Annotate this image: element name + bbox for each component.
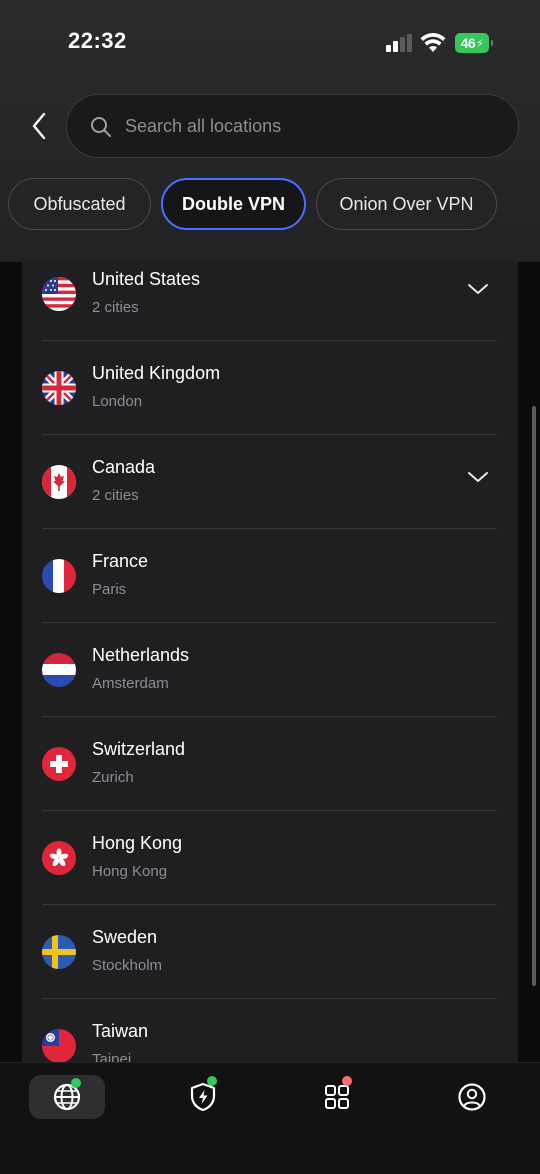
filter-chips: Obfuscated Double VPN Onion Over VPN — [8, 178, 540, 230]
signal-icon — [386, 34, 414, 52]
country-subtitle: Hong Kong — [92, 863, 168, 880]
country-list[interactable]: United States 2 cities United Kingdom Lo… — [22, 262, 518, 1062]
filter-chip-onion-over-vpn[interactable]: Onion Over VPN — [316, 178, 497, 230]
country-name: United Kingdom — [92, 363, 221, 383]
filter-chip-label: Obfuscated — [33, 193, 126, 214]
country-row-united-kingdom[interactable]: United Kingdom London — [22, 341, 518, 435]
search-input[interactable] — [125, 105, 485, 147]
filter-chip-label: Onion Over VPN — [339, 193, 474, 214]
netherlands-flag-icon — [42, 653, 76, 687]
country-name: Netherlands — [92, 645, 190, 665]
apps-grid-icon — [325, 1085, 349, 1109]
country-row-sweden[interactable]: Sweden Stockholm — [22, 905, 518, 999]
tab-locations[interactable] — [29, 1075, 105, 1119]
country-name: Canada — [92, 457, 156, 477]
chevron-left-icon — [32, 112, 46, 140]
uk-flag-icon — [42, 371, 76, 405]
header-area: 22:32 46⚡ Obfuscated — [0, 0, 540, 262]
status-time: 22:32 — [68, 28, 127, 53]
shield-bolt-icon — [190, 1082, 216, 1112]
country-row-canada[interactable]: Canada 2 cities — [22, 435, 518, 529]
filter-chip-double-vpn[interactable]: Double VPN — [161, 178, 306, 230]
backdrop-left — [0, 262, 22, 1062]
country-row-switzerland[interactable]: Switzerland Zurich — [22, 717, 518, 811]
country-subtitle: 2 cities — [92, 299, 139, 316]
back-button[interactable] — [22, 106, 56, 146]
country-subtitle: Paris — [92, 581, 127, 598]
taiwan-flag-icon — [42, 1029, 76, 1062]
search-icon — [91, 117, 111, 137]
country-subtitle: Stockholm — [92, 957, 163, 974]
profile-icon — [458, 1083, 486, 1111]
status-bar: 22:32 46 ⚡ — [0, 0, 540, 88]
wifi-icon — [420, 32, 446, 52]
chevron-down-icon[interactable] — [464, 467, 492, 487]
scrollbar[interactable] — [532, 406, 536, 986]
tab-profile[interactable] — [434, 1075, 510, 1119]
charging-bolt-icon: ⚡ — [476, 37, 484, 50]
tab-bar — [0, 1062, 540, 1174]
battery-indicator: 46 ⚡ — [455, 33, 493, 53]
country-name: Hong Kong — [92, 833, 183, 853]
filter-chip-obfuscated[interactable]: Obfuscated — [8, 178, 151, 230]
country-name: Switzerland — [92, 739, 186, 759]
sweden-flag-icon — [42, 935, 76, 969]
tab-badge-dot — [71, 1078, 81, 1088]
country-row-united-states[interactable]: United States 2 cities — [22, 262, 518, 341]
country-subtitle: London — [92, 393, 143, 410]
tab-tools[interactable] — [299, 1075, 375, 1119]
country-row-hong-kong[interactable]: Hong Kong Hong Kong — [22, 811, 518, 905]
tab-badge-dot — [342, 1076, 352, 1086]
battery-level: 46 — [460, 35, 476, 51]
backdrop-right — [518, 262, 540, 1062]
country-row-france[interactable]: France Paris — [22, 529, 518, 623]
country-subtitle: Zurich — [92, 769, 134, 786]
canada-flag-icon — [42, 465, 76, 499]
tab-threat-protection[interactable] — [165, 1075, 241, 1119]
country-subtitle: Taipei — [92, 1051, 132, 1062]
country-subtitle: Amsterdam — [92, 675, 169, 692]
country-subtitle: 2 cities — [92, 487, 139, 504]
search-box[interactable] — [66, 94, 519, 158]
country-name: Taiwan — [92, 1021, 149, 1041]
filter-chip-label: Double VPN — [181, 193, 285, 214]
chevron-down-icon[interactable] — [464, 279, 492, 299]
country-row-taiwan[interactable]: Taiwan Taipei — [22, 999, 518, 1062]
country-row-netherlands[interactable]: Netherlands Amsterdam — [22, 623, 518, 717]
france-flag-icon — [42, 559, 76, 593]
us-flag-icon — [42, 277, 76, 311]
country-name: France — [92, 551, 149, 571]
tab-badge-dot — [207, 1076, 217, 1086]
hong-kong-flag-icon — [42, 841, 76, 875]
country-name: United States — [92, 269, 201, 289]
country-name: Sweden — [92, 927, 158, 947]
switzerland-flag-icon — [42, 747, 76, 781]
